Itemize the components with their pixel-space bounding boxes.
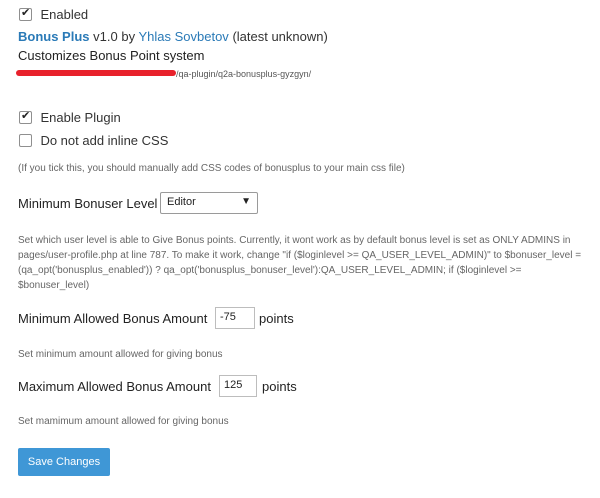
min-level-label: Minimum Bonuser Level — [18, 196, 158, 211]
min-amount-unit: points — [259, 311, 294, 326]
plugin-by: by — [121, 29, 136, 44]
min-level-selected: Editor — [167, 196, 196, 208]
max-amount-input[interactable]: 125 — [219, 375, 257, 397]
plugin-path: /qa-plugin/q2a-bonusplus-gyzgyn/ — [176, 69, 312, 79]
redaction-bar — [16, 70, 176, 76]
min-level-select[interactable]: Editor ▼ — [160, 192, 258, 214]
no-inline-css-label: Do not add inline CSS — [40, 133, 169, 149]
min-amount-label: Minimum Allowed Bonus Amount — [18, 311, 208, 326]
plugin-title-line: Bonus Plus v1.0 by Yhlas Sovbetov (lates… — [18, 29, 328, 44]
enable-plugin-checkbox[interactable] — [19, 109, 32, 125]
enabled-label: Enabled — [40, 7, 89, 23]
min-amount-input[interactable]: -75 — [215, 307, 255, 329]
plugin-name-link[interactable]: Bonus Plus — [18, 29, 90, 44]
plugin-description: Customizes Bonus Point system — [18, 48, 205, 63]
min-amount-help: Set minimum amount allowed for giving bo… — [18, 349, 223, 360]
max-amount-help: Set mamimum amount allowed for giving bo… — [18, 416, 229, 427]
chevron-down-icon: ▼ — [241, 196, 251, 207]
max-amount-unit: points — [262, 379, 297, 394]
no-inline-css-row[interactable]: Do not add inline CSS — [19, 132, 168, 150]
plugin-version-status: (latest unknown) — [232, 29, 328, 44]
no-inline-css-checkbox[interactable] — [19, 134, 32, 148]
enabled-checkbox[interactable] — [19, 6, 32, 22]
enable-plugin-row[interactable]: Enable Plugin — [19, 109, 121, 127]
inline-css-help: (If you tick this, you should manually a… — [18, 163, 405, 174]
max-amount-label: Maximum Allowed Bonus Amount — [18, 379, 211, 394]
plugin-version: v1.0 — [93, 29, 118, 44]
plugin-author-link[interactable]: Yhlas Sovbetov — [138, 29, 228, 44]
min-level-help: Set which user level is able to Give Bon… — [18, 235, 582, 291]
save-changes-button[interactable]: Save Changes — [18, 448, 110, 476]
enabled-row[interactable]: Enabled — [19, 6, 88, 24]
enable-plugin-label: Enable Plugin — [40, 110, 121, 126]
